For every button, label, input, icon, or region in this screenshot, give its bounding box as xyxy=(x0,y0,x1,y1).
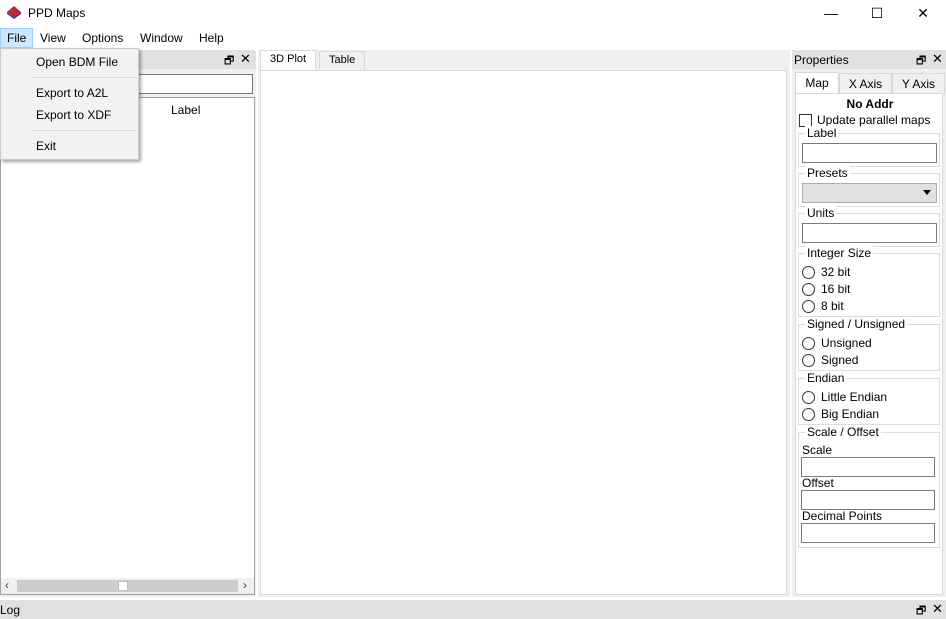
radio-button[interactable] xyxy=(802,265,815,279)
close-icon[interactable]: ✕ xyxy=(240,51,251,67)
properties-dock: Properties 🗗 ✕ Map X Axis Y Axis No Addr… xyxy=(792,50,946,597)
log-title: Log xyxy=(0,603,21,617)
float-icon[interactable]: 🗗 xyxy=(916,52,926,71)
units-input[interactable] xyxy=(802,223,937,243)
minimize-button[interactable]: — xyxy=(808,0,854,26)
radio-button[interactable] xyxy=(802,282,815,296)
scroll-thumb[interactable] xyxy=(118,581,128,591)
signed-title: Signed / Unsigned xyxy=(805,317,908,331)
menu-file[interactable]: File xyxy=(0,28,34,48)
radio-16-bit[interactable]: 16 bit xyxy=(802,282,850,296)
float-icon[interactable]: 🗗 xyxy=(916,602,926,619)
horizontal-scrollbar[interactable]: ‹ › xyxy=(1,578,254,594)
radio-signed[interactable]: Signed xyxy=(802,353,858,367)
offset-input[interactable] xyxy=(801,490,935,510)
radio-label: Little Endian xyxy=(821,390,888,404)
radio-label: 16 bit xyxy=(821,282,851,296)
radio-button[interactable] xyxy=(802,390,815,404)
menu-options[interactable]: Options xyxy=(76,28,129,48)
radio-label: Big Endian xyxy=(821,407,880,421)
properties-tabbar: Map X Axis Y Axis xyxy=(795,72,945,95)
menu-export-a2l[interactable]: Export to A2L xyxy=(36,86,108,100)
integer-size-group: Integer Size 32 bit 16 bit 8 bit xyxy=(798,246,940,317)
menu-help[interactable]: Help xyxy=(193,28,230,48)
menu-bar: File View Options Window Help xyxy=(0,26,946,48)
radio-button[interactable] xyxy=(802,299,815,313)
tab-3d-plot[interactable]: 3D Plot xyxy=(260,50,317,71)
label-group-title: Label xyxy=(805,126,839,140)
radio-button[interactable] xyxy=(802,336,815,350)
menu-exit[interactable]: Exit xyxy=(36,139,56,153)
app-logo-icon xyxy=(7,6,21,19)
scale-input[interactable] xyxy=(801,457,935,477)
decimal-points-input[interactable] xyxy=(801,523,935,543)
scale-offset-title: Scale / Offset xyxy=(805,425,881,439)
radio-label: Signed xyxy=(821,353,859,367)
view-tabbar: 3D Plot Table xyxy=(258,50,790,71)
scale-offset-group: Scale / Offset Scale Offset Decimal Poin… xyxy=(798,425,940,548)
file-menu-dropdown: Open BDM File Export to A2L Export to XD… xyxy=(0,48,139,160)
radio-32-bit[interactable]: 32 bit xyxy=(802,265,850,279)
menu-separator xyxy=(31,77,135,78)
units-group-title: Units xyxy=(805,206,837,220)
radio-big-endian[interactable]: Big Endian xyxy=(802,407,879,421)
menu-view[interactable]: View xyxy=(34,28,72,48)
menu-open-bdm-file[interactable]: Open BDM File xyxy=(36,55,118,69)
radio-8-bit[interactable]: 8 bit xyxy=(802,299,844,313)
presets-group-title: Presets xyxy=(805,166,850,180)
tab-table[interactable]: Table xyxy=(319,51,366,70)
close-icon[interactable]: ✕ xyxy=(932,601,943,617)
radio-button[interactable] xyxy=(802,407,815,421)
log-dock: Log 🗗 ✕ xyxy=(0,600,946,619)
radio-button[interactable] xyxy=(802,353,815,367)
properties-dock-header: Properties 🗗 ✕ xyxy=(792,50,946,69)
menu-window[interactable]: Window xyxy=(134,28,189,48)
properties-title: Properties xyxy=(794,53,849,67)
radio-little-endian[interactable]: Little Endian xyxy=(802,390,887,404)
radio-label: 8 bit xyxy=(821,299,844,313)
plot-area[interactable] xyxy=(260,70,787,595)
offset-label: Offset xyxy=(802,476,834,490)
menu-export-xdf[interactable]: Export to XDF xyxy=(36,108,111,122)
title-bar: PPD Maps — ☐ ✕ xyxy=(0,0,946,26)
integer-size-title: Integer Size xyxy=(805,246,874,260)
chevron-down-icon xyxy=(923,190,931,195)
update-parallel-label: Update parallel maps xyxy=(817,113,931,127)
endian-title: Endian xyxy=(805,371,847,385)
maximize-button[interactable]: ☐ xyxy=(854,0,900,26)
tab-x-axis[interactable]: X Axis xyxy=(839,73,892,94)
presets-select[interactable] xyxy=(802,183,937,203)
scale-label: Scale xyxy=(802,443,833,457)
tab-y-axis[interactable]: Y Axis xyxy=(892,73,945,94)
radio-label: 32 bit xyxy=(821,265,851,279)
float-icon[interactable]: 🗗 xyxy=(224,52,234,71)
label-group: Label xyxy=(798,126,940,167)
units-group: Units xyxy=(798,206,940,247)
map-address: No Addr xyxy=(846,97,894,111)
presets-group: Presets xyxy=(798,166,940,207)
close-icon[interactable]: ✕ xyxy=(932,51,943,67)
close-button[interactable]: ✕ xyxy=(900,0,946,26)
update-parallel-checkbox[interactable]: Update parallel maps xyxy=(799,113,930,127)
label-input[interactable] xyxy=(802,143,937,163)
main-view: 3D Plot Table xyxy=(258,50,790,597)
map-tree[interactable]: Label ‹ › xyxy=(0,97,255,595)
scroll-left-icon[interactable]: ‹ xyxy=(5,578,9,592)
endian-group: Endian Little Endian Big Endian xyxy=(798,371,940,425)
signed-group: Signed / Unsigned Unsigned Signed xyxy=(798,317,940,371)
radio-label: Unsigned xyxy=(821,336,872,350)
tab-map[interactable]: Map xyxy=(795,72,839,95)
tree-column-label[interactable]: Label xyxy=(171,103,200,117)
decimal-points-label: Decimal Points xyxy=(802,509,883,523)
map-properties-panel: No Addr Update parallel maps Label Prese… xyxy=(795,93,943,595)
window-title: PPD Maps xyxy=(28,6,86,20)
radio-unsigned[interactable]: Unsigned xyxy=(802,336,872,350)
checkbox-box[interactable] xyxy=(799,113,812,127)
scroll-right-icon[interactable]: › xyxy=(243,578,247,592)
menu-separator xyxy=(31,130,135,131)
